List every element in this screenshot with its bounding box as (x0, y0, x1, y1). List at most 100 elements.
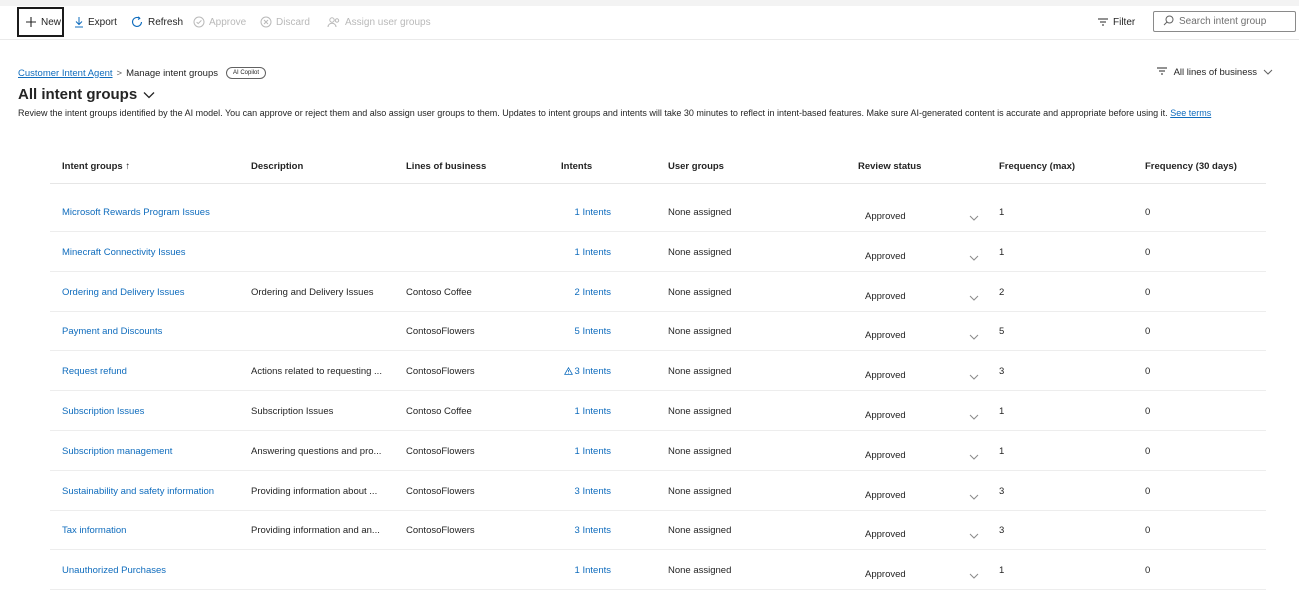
page-description: Review the intent groups identified by t… (18, 107, 1268, 120)
intents-count: 1 Intents (574, 406, 611, 417)
column-header-frequency-30-days[interactable]: Frequency (30 days) (1145, 161, 1237, 172)
chevron-down-icon[interactable] (969, 412, 979, 423)
review-status-dropdown[interactable]: Approved (865, 410, 906, 421)
table-row[interactable]: Tax information Providing information and… (50, 510, 1266, 551)
refresh-button[interactable]: Refresh (130, 6, 183, 38)
column-header-description[interactable]: Description (251, 161, 303, 172)
table-row[interactable]: Request refund Actions related to request… (50, 351, 1266, 392)
table-row[interactable]: Ordering and Delivery Issues Ordering and… (50, 272, 1266, 312)
review-status-dropdown[interactable]: Approved (865, 330, 906, 341)
intents-link[interactable]: 3 Intents (561, 486, 611, 497)
ai-copilot-badge: AI Copilot (226, 67, 267, 79)
frequency-30-days-cell: 0 (1145, 525, 1151, 537)
intents-link[interactable]: 1 Intents (561, 207, 611, 218)
intent-group-link[interactable]: Unauthorized Purchases (62, 565, 166, 576)
page-title-text: All intent groups (18, 86, 138, 103)
chevron-down-icon[interactable] (969, 531, 979, 542)
table-row[interactable]: Minecraft Connectivity Issues 1 Intents No… (50, 232, 1266, 272)
intents-link[interactable]: 1 Intents (561, 247, 611, 258)
chevron-down-icon[interactable] (969, 253, 979, 264)
chevron-down-icon[interactable] (969, 293, 979, 304)
page-title[interactable]: All intent groups (18, 86, 155, 103)
filter-button[interactable]: Filter (1097, 6, 1135, 38)
intent-group-link[interactable]: Tax information (62, 525, 126, 536)
review-status-dropdown[interactable]: Approved (865, 569, 906, 580)
intent-group-link[interactable]: Payment and Discounts (62, 326, 162, 337)
intent-group-link[interactable]: Minecraft Connectivity Issues (62, 247, 186, 258)
breadcrumb: Customer Intent Agent > Manage intent gr… (18, 66, 267, 80)
intents-count: 1 Intents (574, 565, 611, 577)
filter-icon (1156, 66, 1168, 79)
user-groups-cell: None assigned (668, 246, 732, 258)
refresh-label: Refresh (148, 16, 184, 28)
intent-group-link[interactable]: Subscription management (62, 446, 172, 457)
column-header-intents[interactable]: Intents (561, 161, 592, 172)
user-groups-cell: None assigned (668, 366, 732, 378)
approve-label: Approve (209, 16, 247, 28)
see-terms-link[interactable]: See terms (1170, 108, 1211, 118)
intents-link[interactable]: 3 Intents (561, 366, 611, 377)
chevron-down-icon[interactable] (969, 452, 979, 463)
export-button[interactable]: Export (74, 6, 117, 38)
intents-link[interactable]: 3 Intents (561, 525, 611, 536)
table-row[interactable]: Payment and Discounts ContosoFlowers 5 Int… (50, 311, 1266, 352)
intents-count: 1 Intents (574, 246, 611, 258)
chevron-down-icon[interactable] (969, 372, 979, 383)
new-button[interactable]: New (17, 7, 64, 37)
review-status-dropdown[interactable]: Approved (865, 370, 906, 381)
chevron-down-icon[interactable] (969, 332, 979, 343)
review-status-dropdown[interactable]: Approved (865, 211, 906, 222)
line-of-business-cell: Contoso Coffee (406, 286, 472, 298)
table-row[interactable]: Sustainability and safety information Pro… (50, 471, 1266, 511)
chevron-down-icon[interactable] (969, 571, 979, 582)
review-status-dropdown[interactable]: Approved (865, 291, 906, 302)
review-status-dropdown[interactable]: Approved (865, 529, 906, 540)
column-header-review-status[interactable]: Review status (858, 161, 921, 172)
intents-link[interactable]: 1 Intents (561, 406, 611, 417)
line-of-business-cell: Contoso Coffee (406, 406, 472, 417)
breadcrumb-separator: > (116, 67, 123, 79)
dismiss-circle-icon (260, 16, 272, 28)
intents-count: 2 Intents (574, 286, 611, 298)
intents-link[interactable]: 1 Intents (561, 565, 611, 576)
intent-group-link[interactable]: Request refund (62, 366, 127, 377)
assign-user-groups-button[interactable]: Assign user groups (327, 6, 431, 38)
assign-label: Assign user groups (345, 16, 431, 28)
lines-of-business-filter[interactable]: All lines of business (1156, 66, 1273, 79)
table-row[interactable]: Subscription Issues Subscription Issues Co… (50, 391, 1266, 431)
frequency-30-days-cell: 0 (1145, 246, 1151, 258)
frequency-max-cell: 1 (999, 406, 1005, 417)
breadcrumb-root-link[interactable]: Customer Intent Agent (18, 68, 113, 79)
frequency-30-days-cell: 0 (1145, 207, 1151, 218)
intents-link[interactable]: 2 Intents (561, 287, 611, 298)
user-groups-cell: None assigned (668, 485, 732, 497)
intent-group-link[interactable]: Microsoft Rewards Program Issues (62, 207, 210, 218)
column-header-intent-groups[interactable]: Intent groups ↑ (62, 161, 130, 172)
column-header-lines-of-business[interactable]: Lines of business (406, 161, 486, 172)
description-cell: Providing information and an... (251, 525, 380, 537)
new-label: New (41, 16, 62, 28)
column-header-frequency-max[interactable]: Frequency (max) (999, 161, 1075, 172)
table-row[interactable]: Unauthorized Purchases 1 Intents None assi… (50, 550, 1266, 591)
intent-group-link[interactable]: Ordering and Delivery Issues (62, 287, 185, 298)
review-status-dropdown[interactable]: Approved (865, 251, 906, 262)
user-groups-cell: None assigned (668, 207, 732, 218)
intents-link[interactable]: 5 Intents (561, 326, 611, 337)
lob-filter-label: All lines of business (1173, 67, 1257, 78)
frequency-max-cell: 3 (999, 366, 1005, 378)
table-row[interactable]: Microsoft Rewards Program Issues 1 Intent… (50, 192, 1266, 232)
intents-count: 3 Intents (574, 525, 611, 537)
review-status-dropdown[interactable]: Approved (865, 450, 906, 461)
table-row[interactable]: Subscription management Answering questio… (50, 431, 1266, 471)
column-header-user-groups[interactable]: User groups (668, 161, 724, 172)
intents-link[interactable]: 1 Intents (561, 446, 611, 457)
approve-button[interactable]: Approve (193, 6, 246, 38)
search-input[interactable]: Search intent group (1153, 11, 1296, 32)
review-status-dropdown[interactable]: Approved (865, 490, 906, 501)
check-circle-icon (193, 16, 205, 28)
discard-button[interactable]: Discard (260, 6, 310, 38)
intent-group-link[interactable]: Sustainability and safety information (62, 486, 214, 497)
chevron-down-icon[interactable] (969, 492, 979, 503)
intent-group-link[interactable]: Subscription Issues (62, 406, 144, 417)
chevron-down-icon[interactable] (969, 213, 979, 224)
